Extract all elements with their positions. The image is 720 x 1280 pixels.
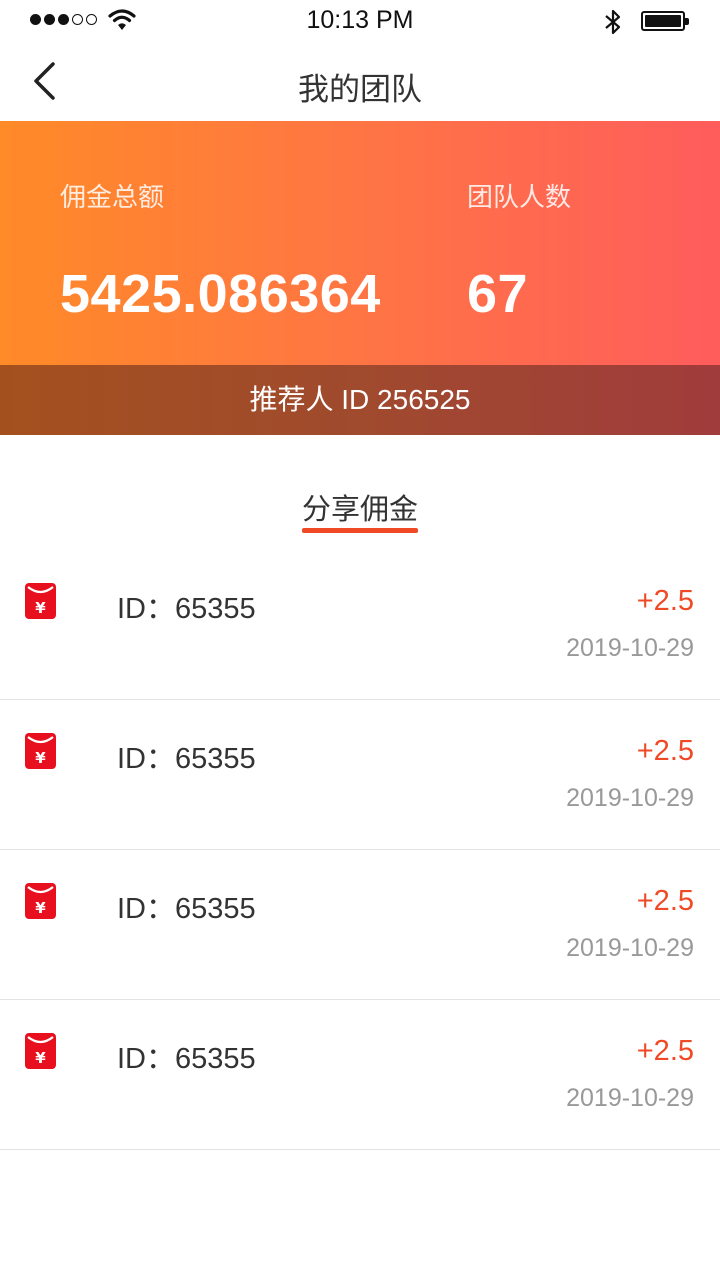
record-date: 2019-10-29 [566,934,694,962]
list-item[interactable]: ¥ ID：65355 +2.5 2019-10-29 [0,700,720,850]
battery-icon [641,11,689,31]
team-size-label: 团队人数 [467,182,572,212]
member-id: ID：65355 [117,1043,256,1075]
member-id: ID：65355 [117,593,256,625]
svg-text:¥: ¥ [35,599,46,617]
page-title: 我的团队 [298,72,422,107]
red-envelope-icon: ¥ [25,883,56,919]
red-envelope-icon: ¥ [25,583,56,619]
commission-total-label: 佣金总额 [60,182,165,212]
commission-total-value: 5425.086364 [60,264,381,324]
svg-text:¥: ¥ [35,899,46,917]
tab-share-commission[interactable]: 分享佣金 [0,486,720,528]
list-item[interactable]: ¥ ID：65355 +2.5 2019-10-29 [0,550,720,700]
summary-banner: 佣金总额 团队人数 5425.086364 67 [0,121,720,365]
commission-amount: +2.5 [636,585,694,617]
team-size-value: 67 [467,264,529,324]
commission-amount: +2.5 [636,735,694,767]
red-envelope-icon: ¥ [25,733,56,769]
record-date: 2019-10-29 [566,1084,694,1112]
record-date: 2019-10-29 [566,634,694,662]
commission-amount: +2.5 [636,885,694,917]
member-id: ID：65355 [117,893,256,925]
list-item[interactable]: ¥ ID：65355 +2.5 2019-10-29 [0,850,720,1000]
commission-amount: +2.5 [636,1035,694,1067]
status-bar: 10:13 PM [0,0,720,42]
svg-text:¥: ¥ [35,749,46,767]
commission-list: ¥ ID：65355 +2.5 2019-10-29 ¥ ID：65355 +2… [0,550,720,1150]
referrer-bar: 推荐人 ID 256525 [0,365,720,435]
bluetooth-icon [605,9,621,35]
navigation-bar: 我的团队 [0,42,720,122]
red-envelope-icon: ¥ [25,1033,56,1069]
tab-active-indicator [302,528,418,533]
member-id: ID：65355 [117,743,256,775]
record-date: 2019-10-29 [566,784,694,812]
svg-text:¥: ¥ [35,1049,46,1067]
list-item[interactable]: ¥ ID：65355 +2.5 2019-10-29 [0,1000,720,1150]
